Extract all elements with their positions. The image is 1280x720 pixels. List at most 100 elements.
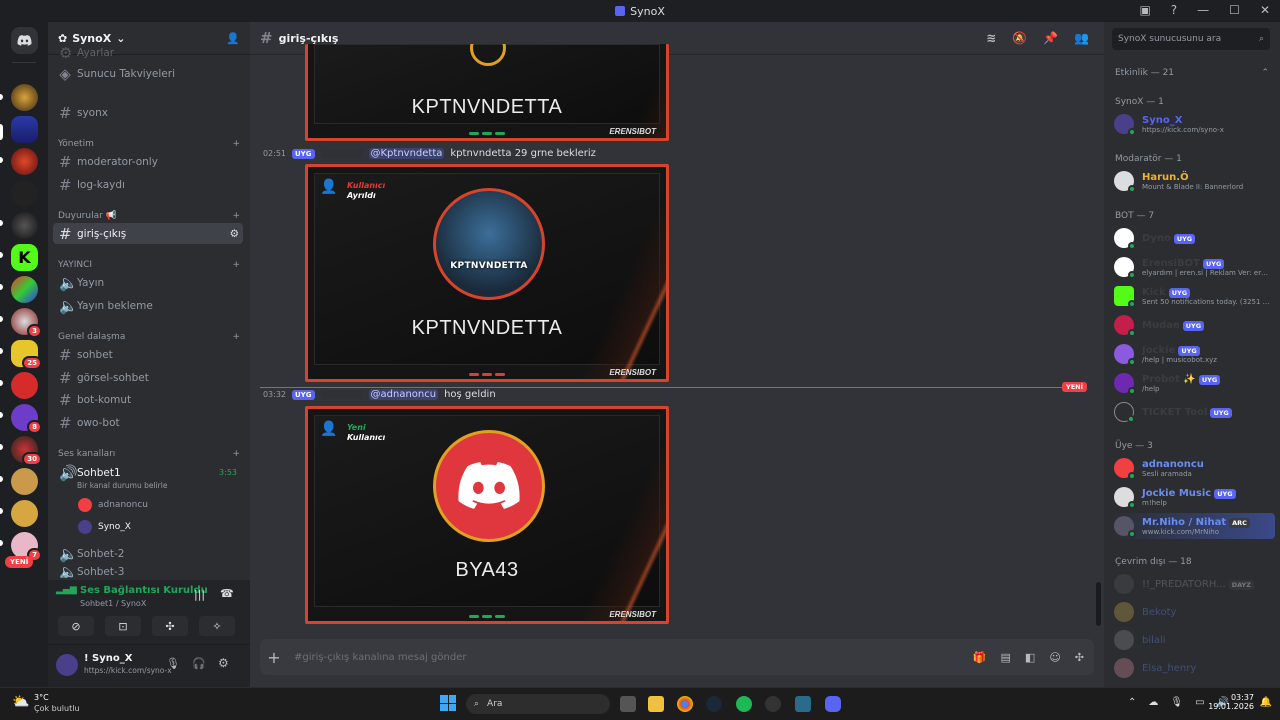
chevron-up-icon[interactable]: ⌃: [1128, 697, 1136, 708]
plus-icon[interactable]: +: [232, 332, 240, 342]
mic-icon[interactable]: 🎙: [1170, 697, 1183, 708]
avatar[interactable]: [56, 654, 78, 676]
server-icon[interactable]: [11, 468, 38, 495]
channel-sohbet2[interactable]: 🔈 Sohbet-2: [53, 543, 243, 564]
server-icon[interactable]: [11, 180, 38, 207]
threads-icon[interactable]: ≋: [986, 31, 996, 45]
plus-icon[interactable]: +: [232, 260, 240, 270]
leave-card[interactable]: 👤 Kullanıcı Ayrıldı KPTNVNDETTA KPTNVNDE…: [305, 164, 669, 382]
activity-header[interactable]: Etkinlik — 21 ⌃: [1115, 68, 1269, 78]
settings-gear-icon[interactable]: ⚙: [218, 656, 229, 670]
server-icon[interactable]: [11, 84, 38, 111]
message-input[interactable]: #giriş-çıkış kanalına mesaj gönder: [294, 652, 466, 663]
activities-button[interactable]: ✣: [152, 616, 188, 636]
server-icon[interactable]: 30: [11, 436, 42, 466]
channel-item[interactable]: ⚙ Ayarlar: [53, 42, 243, 63]
gif-icon[interactable]: ▤: [1001, 651, 1011, 664]
channel-sohbet3[interactable]: 🔈 Sohbet-3: [53, 566, 243, 578]
server-icon[interactable]: 7: [11, 532, 42, 562]
author-name-redacted[interactable]: [320, 149, 363, 158]
server-icon-kick[interactable]: K: [11, 244, 38, 271]
member-item[interactable]: Jockie UYG/help | musicobot.xyz: [1114, 341, 1274, 367]
category-duyurular[interactable]: Duyurular 📢 +: [58, 211, 240, 221]
sticker-icon[interactable]: ◧: [1025, 651, 1035, 664]
scrollbar[interactable]: [1096, 582, 1101, 626]
server-icon[interactable]: [11, 212, 38, 239]
member-item[interactable]: bilali: [1114, 627, 1274, 653]
category-yayinci[interactable]: YAYINCI +: [58, 260, 240, 270]
user-mention[interactable]: @adnanoncu: [368, 389, 439, 400]
noise-suppression-icon[interactable]: |||: [194, 588, 205, 601]
channel-settings-icon[interactable]: ⚙: [230, 228, 239, 240]
maximize-button[interactable]: ☐: [1229, 3, 1240, 17]
attach-plus-icon[interactable]: +: [260, 648, 288, 667]
voice-user[interactable]: Syno_X: [78, 520, 131, 534]
clock[interactable]: 03:37 19.01.2026: [1208, 693, 1254, 711]
emoji-icon[interactable]: ☺: [1049, 651, 1060, 664]
channel-boosts[interactable]: ◈ Sunucu Takviyeleri: [53, 63, 243, 84]
pin-icon[interactable]: 📌: [1043, 31, 1058, 45]
welcome-card[interactable]: 👤 Yeni Kullanıcı BYA43 ERENSIBOT: [305, 406, 669, 624]
discord-taskbar-icon[interactable]: [825, 696, 841, 712]
screen-share-button[interactable]: ⊡: [105, 616, 141, 636]
plus-icon[interactable]: +: [232, 139, 240, 149]
member-item[interactable]: Jockie Music UYG m!help: [1114, 484, 1274, 510]
welcome-card[interactable]: KPTNVNDETTA ERENSIBOT: [305, 44, 669, 141]
member-item[interactable]: Bekoty: [1114, 599, 1274, 625]
server-icon[interactable]: 8: [11, 404, 42, 434]
server-search-input[interactable]: SynoX sunucusunu ara ⌕: [1112, 27, 1270, 50]
network-icon[interactable]: ▭: [1195, 697, 1204, 708]
server-icon[interactable]: [11, 276, 38, 303]
app-icon[interactable]: [795, 696, 811, 712]
notification-bell-icon[interactable]: 🔔: [1260, 697, 1272, 708]
steam-icon[interactable]: [706, 696, 722, 712]
channel-sohbet[interactable]: # sohbet: [53, 344, 243, 365]
channel-owo[interactable]: # owo-bot: [53, 412, 243, 433]
member-item[interactable]: Dyno UYG: [1114, 225, 1274, 251]
category-yonetim[interactable]: Yönetim +: [58, 139, 240, 149]
camera-button[interactable]: ⊘: [58, 616, 94, 636]
apps-icon[interactable]: ✣: [1075, 651, 1084, 664]
channel-yayin[interactable]: 🔈 Yayın: [53, 272, 243, 293]
channel-bot-komut[interactable]: # bot-komut: [53, 389, 243, 410]
gift-icon[interactable]: 🎁: [973, 651, 987, 664]
new-unreads-pill[interactable]: YENİ: [5, 556, 34, 568]
bell-muted-icon[interactable]: 🔕: [1012, 31, 1027, 45]
channel-yayin-bekleme[interactable]: 🔈 Yayın bekleme: [53, 295, 243, 316]
member-item[interactable]: TICKET Tool UYG: [1114, 399, 1274, 425]
author-name-redacted[interactable]: [320, 390, 363, 399]
chevron-up-icon[interactable]: ⌃: [1261, 68, 1269, 78]
disconnect-icon[interactable]: ☎: [220, 587, 234, 600]
members-icon[interactable]: 👥: [1074, 31, 1089, 45]
member-item[interactable]: Kick UYG Sent 50 notifications today. (325…: [1114, 283, 1274, 309]
plus-icon[interactable]: +: [232, 211, 240, 221]
member-item[interactable]: !!_PREDATORH... DAYZ: [1114, 571, 1274, 597]
member-item[interactable]: ErensiBOT UYG elyardım | eren.si | Reklam …: [1114, 254, 1274, 280]
headphones-icon[interactable]: 🎧: [192, 657, 206, 670]
member-item[interactable]: adnanoncu Sesli aramada: [1114, 455, 1274, 481]
channel-gorsel[interactable]: # görsel-sohbet: [53, 367, 243, 388]
server-icon-synox[interactable]: [11, 116, 38, 143]
member-item[interactable]: Mudae UYG: [1114, 312, 1274, 338]
channel-giris-cikis[interactable]: # giriş-çıkış ⚙: [53, 223, 243, 244]
category-genel[interactable]: Genel dalaşma +: [58, 332, 240, 342]
spotify-icon[interactable]: [736, 696, 752, 712]
channel-status-prompt[interactable]: Bir kanal durumu belirle: [77, 481, 167, 490]
channel-moderator[interactable]: # moderator-only: [53, 151, 243, 172]
weather-icon[interactable]: ⛅: [12, 694, 29, 710]
cloud-icon[interactable]: ☁: [1148, 697, 1158, 708]
member-item[interactable]: Probot ✨ UYG/help: [1114, 370, 1274, 396]
mic-icon[interactable]: 🎙: [166, 657, 180, 670]
server-icon[interactable]: [11, 500, 38, 527]
minimize-button[interactable]: —: [1197, 3, 1209, 17]
plus-icon[interactable]: +: [232, 449, 240, 459]
file-explorer-icon[interactable]: [648, 696, 664, 712]
inbox-icon[interactable]: ▣: [1139, 3, 1150, 17]
soundboard-button[interactable]: ✧: [199, 616, 235, 636]
app-icon[interactable]: [765, 696, 781, 712]
member-item[interactable]: Syno_X https://kick.com/syno-x: [1114, 111, 1274, 137]
channel-logs[interactable]: # log-kaydı: [53, 174, 243, 195]
member-item[interactable]: Mr.Niho / Nihat ARC www.kick.com/MrNiho: [1110, 513, 1275, 539]
member-item[interactable]: Harun.Ö Mount & Blade II: Bannerlord: [1114, 168, 1274, 194]
taskbar-search[interactable]: ⌕ Ara: [466, 694, 610, 714]
